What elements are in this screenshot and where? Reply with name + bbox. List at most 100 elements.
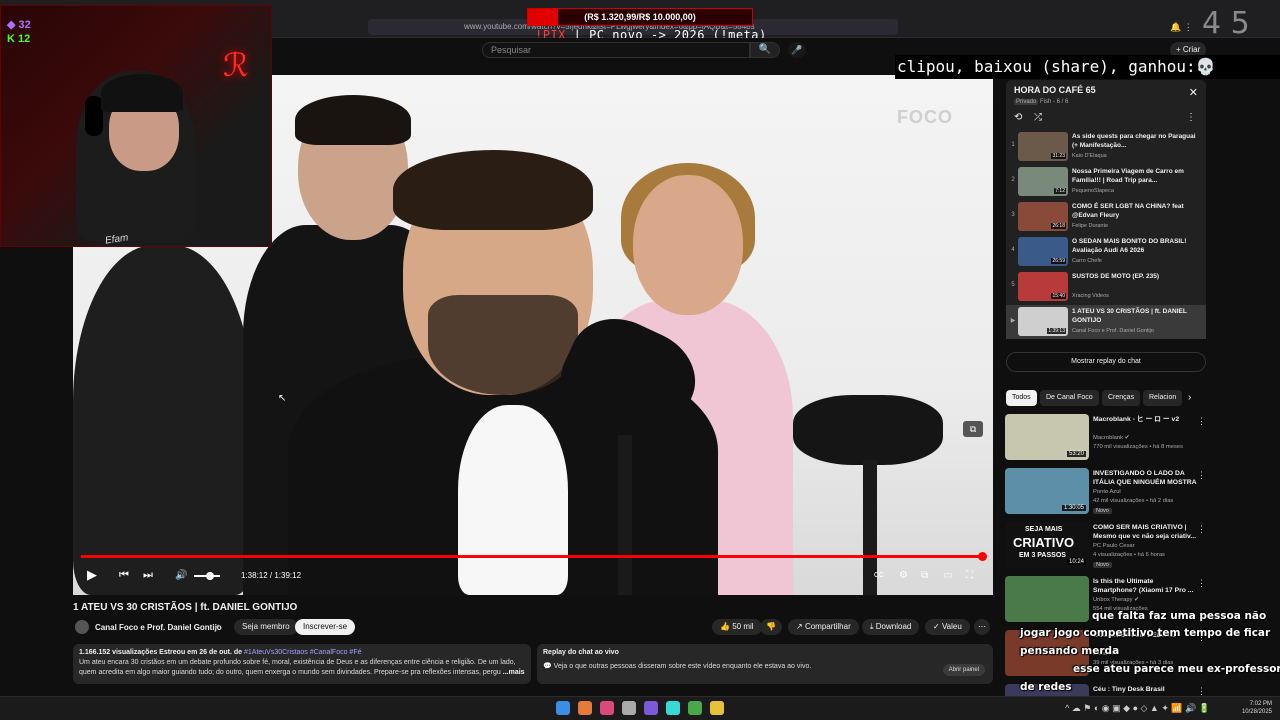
system-tray[interactable]: ^ ☁ ⚑ ◐ ◉ ▣ ◆ ● ◇ ▲ ✦ 📶 🔊 🔋: [1065, 703, 1210, 714]
dislike-button[interactable]: 👎: [760, 619, 782, 635]
progress-handle[interactable]: [978, 552, 987, 561]
chip-all[interactable]: Todos: [1006, 390, 1037, 406]
speaker-beard: [428, 295, 578, 395]
chevron-right-icon[interactable]: ›: [1188, 390, 1191, 406]
fullscreen-icon[interactable]: ⛶: [966, 570, 973, 581]
volume-slider[interactable]: [194, 572, 220, 580]
microphone-icon[interactable]: 🎤: [788, 42, 806, 58]
description-box[interactable]: 1.166.152 visualizações Estreou em 26 de…: [73, 644, 531, 684]
recommendation-thumbnail[interactable]: SEJA MAIS CRIATIVO EM 3 PASSOS 10:24: [1005, 522, 1089, 568]
taskbar-app-icon[interactable]: [644, 701, 658, 715]
header-icons[interactable]: 🔔 ⋮: [1170, 22, 1193, 33]
subscribe-button[interactable]: Inscrever-se: [295, 619, 356, 635]
recommendation-title[interactable]: Is this the Ultimate Smartphone? (Xiaomi…: [1093, 577, 1198, 595]
chip-beliefs[interactable]: Crenças: [1102, 390, 1141, 406]
recommendation-item[interactable]: 53:20 Macroblank - ヒ ー ロ ー v2 Macroblank ✔…: [1005, 414, 1210, 464]
miniplayer-control-icon[interactable]: ⧉: [921, 570, 928, 581]
progress-bar[interactable]: [81, 552, 987, 561]
channel-name[interactable]: Canal Foco e Prof. Daniel Gontijo: [95, 623, 222, 632]
thanks-button[interactable]: ✓ Valeu: [925, 619, 970, 635]
recommendation-channel[interactable]: Ponto Azul: [1093, 489, 1121, 495]
chip-related[interactable]: Relacion: [1143, 390, 1183, 406]
next-icon[interactable]: ⏭: [143, 569, 153, 582]
previous-icon[interactable]: ⏮: [119, 569, 129, 582]
settings-icon[interactable]: ⚙: [899, 570, 908, 581]
volume-icon[interactable]: 🔊: [175, 570, 187, 581]
playlist-item[interactable]: 3 26:18 COMO É SER LGBT NA CHINA? feat @Ed…: [1006, 200, 1206, 234]
description-more[interactable]: ...mais: [503, 669, 525, 676]
recommendation-channel[interactable]: Macroblank ✔: [1093, 435, 1129, 441]
recommendation-thumbnail[interactable]: [1005, 576, 1089, 622]
playlist-item-title[interactable]: COMO É SER LGBT NA CHINA? feat @Edvan Fl…: [1072, 202, 1198, 220]
recommendation-title[interactable]: Céu : Tiny Desk Brasil: [1093, 685, 1198, 694]
clock-time: 7:02 PM: [1249, 701, 1272, 707]
download-button[interactable]: ⤓ Download: [862, 619, 920, 635]
recommendation-channel[interactable]: Unbox Therapy ✔: [1093, 597, 1139, 603]
playlist-item-thumbnail[interactable]: 26:59: [1018, 237, 1068, 266]
playlist-title[interactable]: HORA DO CAFÉ 65: [1014, 85, 1096, 95]
taskbar-app-icon[interactable]: [710, 701, 724, 715]
playlist-item[interactable]: 4 26:59 O SEDAN MAIS BONITO DO BRASIL! Ava…: [1006, 235, 1206, 269]
taskbar-app-icon[interactable]: [600, 701, 614, 715]
recommendation-title[interactable]: INVESTIGANDO O LADO DA ITÁLIA QUE NINGUÉ…: [1093, 469, 1198, 487]
playlist-item-title[interactable]: As side quests para chegar no Paraguai (…: [1072, 132, 1198, 150]
taskbar-app-icon[interactable]: [688, 701, 702, 715]
recommendation-channel[interactable]: PC Paulo Cesar: [1093, 543, 1135, 549]
playlist-item-thumbnail[interactable]: 1:39:13: [1018, 307, 1068, 336]
volume-handle[interactable]: [206, 572, 214, 580]
taskbar: ^ ☁ ⚑ ◐ ◉ ▣ ◆ ● ◇ ▲ ✦ 📶 🔊 🔋 7:02 PM 10/2…: [0, 696, 1280, 720]
recommendation-thumbnail[interactable]: 53:20: [1005, 414, 1089, 460]
more-vert-icon[interactable]: ⋮: [1197, 470, 1206, 481]
recommendation-title[interactable]: COMO SER MAIS CRIATIVO | Mesmo que vc nã…: [1093, 523, 1198, 541]
playlist-item-index: 1: [1011, 142, 1015, 148]
playlist-item-thumbnail[interactable]: 26:18: [1018, 202, 1068, 231]
playlist-item[interactable]: 5 15:40 SUSTOS DE MOTO (EP. 235) Xracing Vi…: [1006, 270, 1206, 304]
captions-icon[interactable]: CC: [874, 572, 884, 579]
chip-channel[interactable]: De Canal Foco: [1040, 390, 1099, 406]
playlist-item-thumbnail[interactable]: 7:12: [1018, 167, 1068, 196]
playlist-item[interactable]: 2 7:12 Nossa Primeira Viagem de Carro em F…: [1006, 165, 1206, 199]
shuffle-icon[interactable]: ⤮: [1034, 112, 1042, 123]
person-back-hair: [295, 95, 411, 145]
channel-avatar[interactable]: [75, 620, 89, 634]
open-panel-button[interactable]: Abrir painel: [942, 664, 985, 676]
description-tags[interactable]: #1AteuVs30Cristaos #CanalFoco #Fé: [244, 649, 362, 656]
taskbar-app-icon[interactable]: [578, 701, 592, 715]
playlist-item[interactable]: ▶ 1:39:13 1 ATEU VS 30 CRISTÃOS | ft. DANI…: [1006, 305, 1206, 339]
playlist-item-thumbnail[interactable]: 15:40: [1018, 272, 1068, 301]
playlist-item-thumbnail[interactable]: 31:23: [1018, 132, 1068, 161]
playlist-item[interactable]: 1 31:23 As side quests para chegar no Para…: [1006, 130, 1206, 164]
close-icon[interactable]: ✕: [1189, 86, 1198, 99]
taskbar-app-icon[interactable]: [666, 701, 680, 715]
playlist-item-title[interactable]: 1 ATEU VS 30 CRISTÃOS | ft. DANIEL GONTI…: [1072, 307, 1198, 325]
playlist-item-duration: 15:40: [1051, 293, 1066, 299]
chat-replay-box: Replay do chat ao vivo 💬 Veja o que outr…: [537, 644, 993, 684]
theater-icon[interactable]: ▭: [943, 570, 952, 581]
taskbar-app-icon[interactable]: [622, 701, 636, 715]
recommendation-thumbnail[interactable]: 1:30:05: [1005, 468, 1089, 514]
miniplayer-icon[interactable]: ⧉: [963, 421, 983, 437]
more-vert-icon[interactable]: ⋮: [1197, 578, 1206, 589]
taskbar-app-icon[interactable]: [556, 701, 570, 715]
playlist-item-title[interactable]: Nossa Primeira Viagem de Carro em Famíli…: [1072, 167, 1198, 185]
loop-icon[interactable]: ⟲: [1014, 112, 1022, 123]
search-icon[interactable]: 🔍: [750, 42, 780, 58]
play-icon[interactable]: ▶: [87, 567, 97, 583]
show-chat-replay-button[interactable]: Mostrar replay do chat: [1006, 352, 1206, 372]
recommendation-item[interactable]: SEJA MAIS CRIATIVO EM 3 PASSOS 10:24 COMO SE…: [1005, 522, 1210, 572]
more-vert-icon[interactable]: ⋮: [1197, 524, 1206, 535]
like-button[interactable]: 👍 50 mil: [712, 619, 762, 635]
search-input[interactable]: Pesquisar: [482, 42, 750, 58]
playlist-item-title[interactable]: SUSTOS DE MOTO (EP. 235): [1072, 272, 1198, 281]
recommendation-item[interactable]: 1:30:05 INVESTIGANDO O LADO DA ITÁLIA QUE…: [1005, 468, 1210, 518]
playlist-menu-icon[interactable]: ⋮: [1186, 112, 1196, 123]
streamer-cap: [101, 74, 183, 112]
more-vert-icon[interactable]: ⋮: [1197, 416, 1206, 427]
system-clock[interactable]: 7:02 PM 10/28/2025: [1242, 700, 1272, 716]
like-count: 50 mil: [732, 622, 754, 631]
join-button[interactable]: Seja membro: [234, 619, 298, 635]
playlist-item-title[interactable]: O SEDAN MAIS BONITO DO BRASIL! Avaliação…: [1072, 237, 1198, 255]
recommendation-title[interactable]: Macroblank - ヒ ー ロ ー v2: [1093, 415, 1198, 424]
more-actions-icon[interactable]: ⋯: [974, 619, 990, 635]
share-button[interactable]: ↗ Compartilhar: [788, 619, 859, 635]
